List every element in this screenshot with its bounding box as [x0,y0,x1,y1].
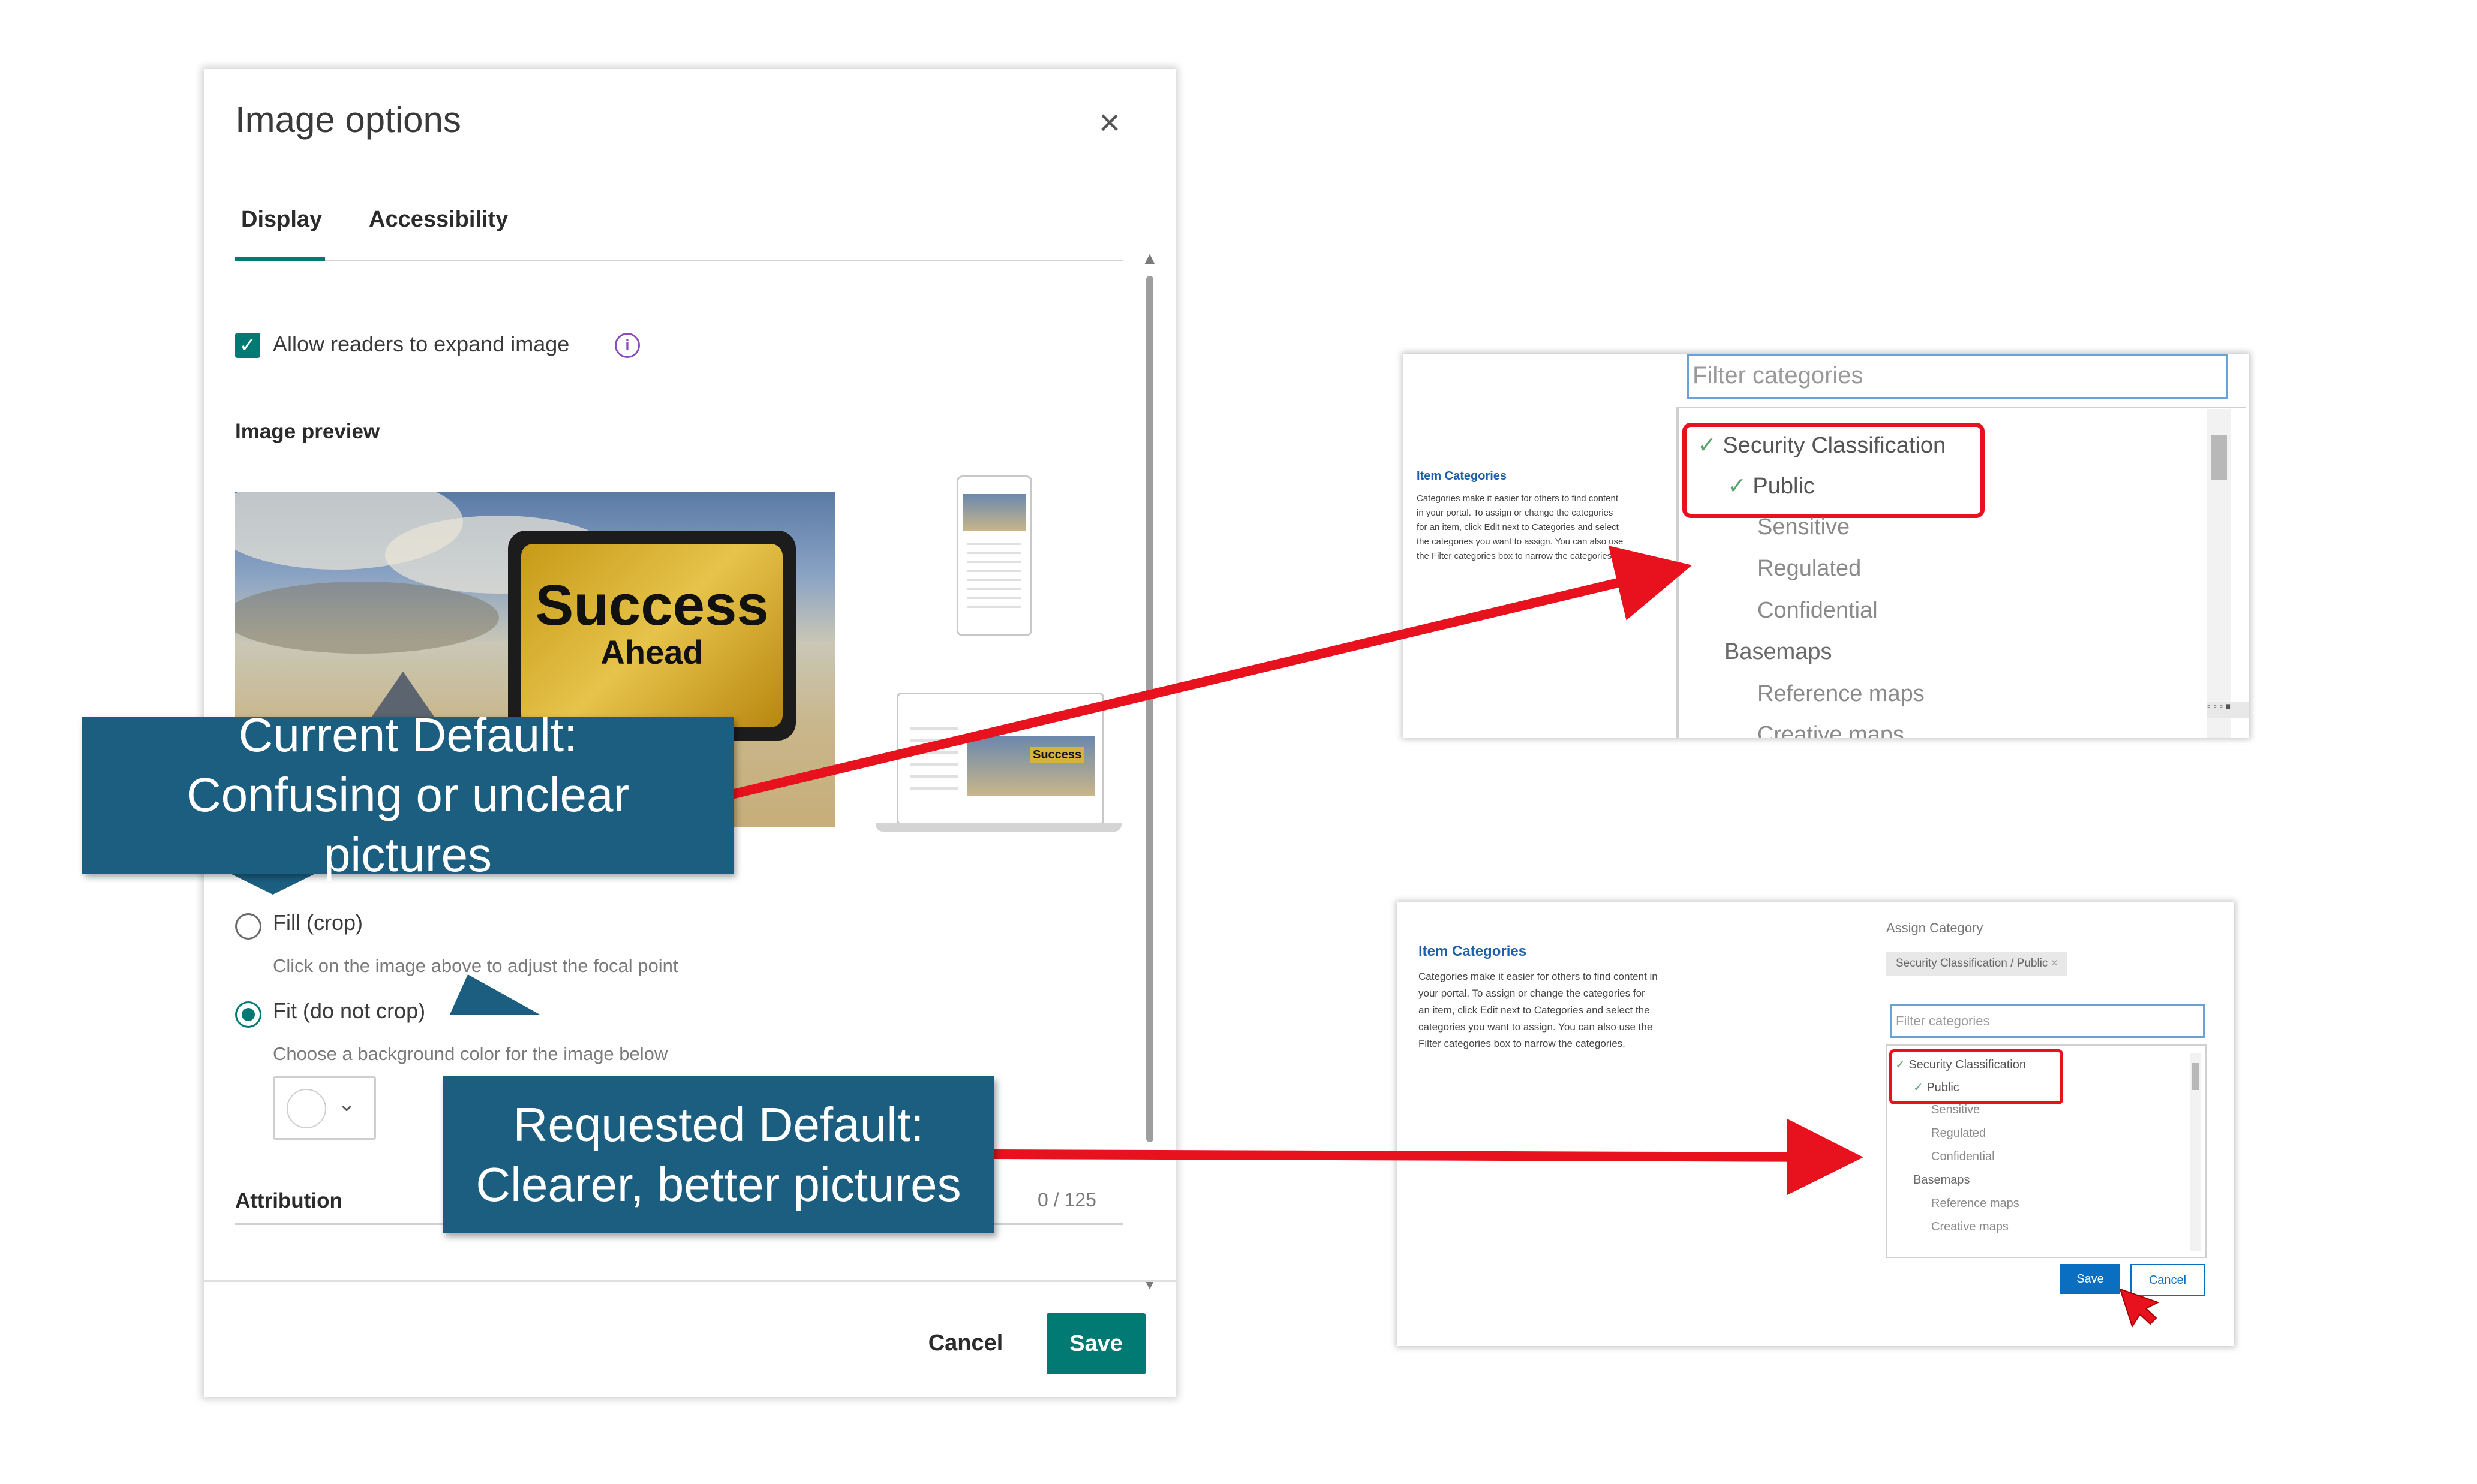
callout-requested-default: Requested Default: Clearer, better pictu… [443,1076,994,1233]
callout-current-default: Current Default: Confusing or unclear pi… [82,708,734,881]
arrow-requested-default [989,1118,1863,1196]
cursor-icon [2119,1288,2160,1328]
arrow-current-default [731,546,1693,799]
callout-requested-tail [450,974,540,1015]
